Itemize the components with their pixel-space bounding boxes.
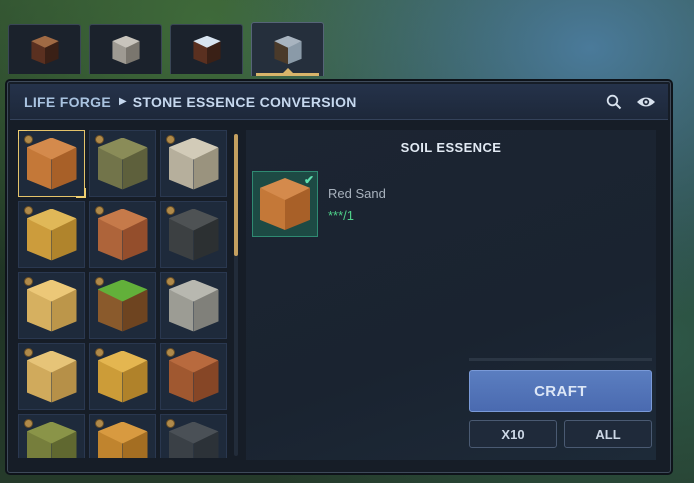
grid-item[interactable]: [160, 130, 227, 197]
grid-item[interactable]: [18, 343, 85, 410]
sandstone-block-icon: [26, 279, 77, 332]
mixed-icon: [192, 35, 221, 64]
ingredient-slot[interactable]: ✔: [252, 171, 318, 237]
grid-item[interactable]: [89, 343, 156, 410]
ochre-block-icon: [97, 421, 148, 458]
grid-item[interactable]: [160, 343, 227, 410]
scrollbar-thumb[interactable]: [234, 134, 238, 256]
grid-item[interactable]: [160, 201, 227, 268]
tab-essence-conversion[interactable]: [251, 22, 324, 76]
tab-stone[interactable]: [89, 24, 162, 74]
craft-all-button[interactable]: ALL: [564, 420, 652, 448]
clay-block-icon: [97, 208, 148, 261]
breadcrumb-root[interactable]: LIFE FORGE: [24, 94, 111, 110]
crafting-window: LIFE FORGE ▶ STONE ESSENCE CONVERSION SO…: [7, 81, 671, 473]
category-tabs: [8, 22, 324, 76]
tab-mixed[interactable]: [170, 24, 243, 74]
eye-icon[interactable]: [636, 92, 656, 112]
title-bar: LIFE FORGE ▶ STONE ESSENCE CONVERSION: [10, 84, 668, 120]
grid-item[interactable]: [160, 414, 227, 458]
tab-soil[interactable]: [8, 24, 81, 74]
recipe-panel: SOIL ESSENCE ✔ Red Sand ***/1 CRAFT X10 …: [246, 130, 656, 460]
red-sand-block-icon: [260, 178, 310, 230]
red-sand-block-icon: [26, 137, 77, 190]
grid-item[interactable]: [89, 201, 156, 268]
essence-conversion-icon: [273, 35, 302, 64]
grid-item[interactable]: [160, 272, 227, 339]
yellow-sand-block-icon: [97, 350, 148, 403]
moss-block-icon: [26, 421, 77, 458]
breadcrumb-chevron-icon: ▶: [119, 96, 127, 107]
pale-sand-block-icon: [26, 350, 77, 403]
grid-item[interactable]: [18, 130, 86, 198]
soil-icon: [30, 35, 59, 64]
item-grid: [18, 130, 240, 458]
dark-gravel-block-icon: [168, 208, 219, 261]
stone-block-icon: [168, 279, 219, 332]
grass-block-icon: [97, 279, 148, 332]
check-icon: ✔: [303, 173, 314, 187]
stone-icon: [111, 35, 140, 64]
grid-item[interactable]: [18, 414, 85, 458]
craft-button[interactable]: CRAFT: [469, 370, 652, 412]
grid-item[interactable]: [18, 272, 85, 339]
slate-block-icon: [168, 421, 219, 458]
recipe-title: SOIL ESSENCE: [400, 140, 502, 155]
grid-scrollbar[interactable]: [234, 134, 238, 456]
gravel-block-icon: [168, 137, 219, 190]
ingredient-name: Red Sand: [328, 186, 386, 201]
search-icon[interactable]: [604, 92, 624, 112]
breadcrumb-current: STONE ESSENCE CONVERSION: [132, 93, 357, 110]
terracotta-block-icon: [168, 350, 219, 403]
grid-item[interactable]: [89, 272, 156, 339]
grid-item[interactable]: [18, 201, 85, 268]
grid-item[interactable]: [89, 414, 156, 458]
mossy-earth-block-icon: [97, 137, 148, 190]
ingredient-quantity: ***/1: [328, 208, 355, 223]
sand-block-icon: [26, 208, 77, 261]
craft-x10-button[interactable]: X10: [469, 420, 557, 448]
divider: [469, 358, 652, 361]
grid-item[interactable]: [89, 130, 156, 197]
